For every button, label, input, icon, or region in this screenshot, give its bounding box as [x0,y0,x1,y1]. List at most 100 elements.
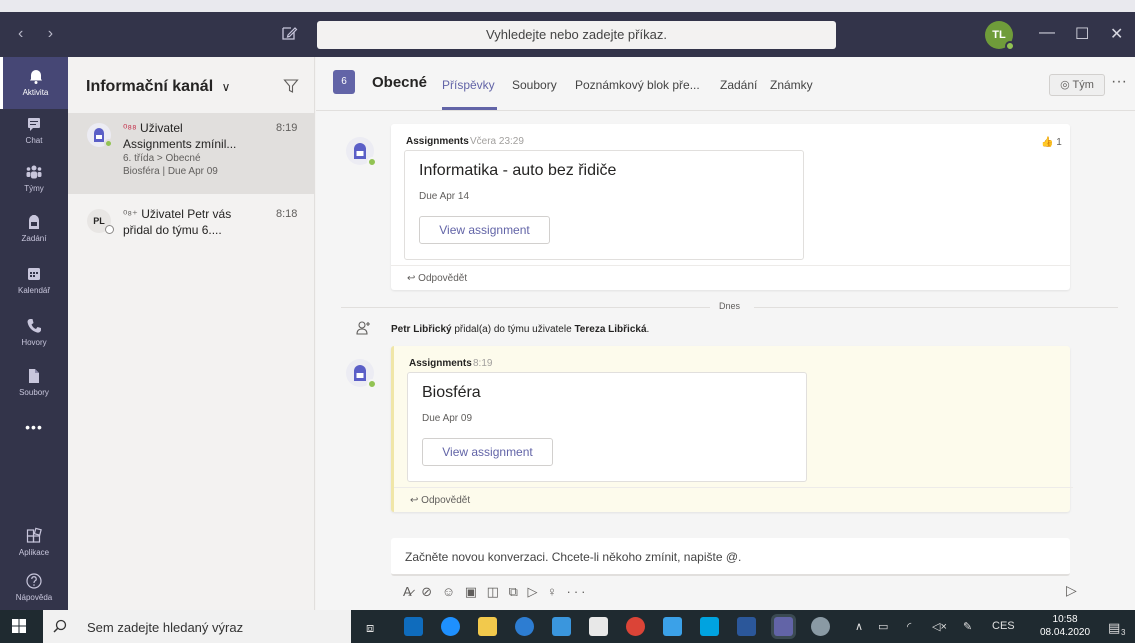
windows-start-icon[interactable] [12,619,26,633]
assignments-icon [29,215,39,229]
compose-input[interactable]: Začněte novou konverzaci. Chcete-li něko… [391,538,1070,576]
tab-poznamkovy-blok[interactable]: Poznámkový blok pře... [575,78,700,92]
post-time: 8:19 [473,358,493,369]
maximize-button[interactable]: ☐ [1075,24,1089,44]
system-end: . [646,324,650,335]
rail-item-napoveda[interactable]: Nápověda [0,572,68,602]
feed-item[interactable]: ⁰⁸⁸ Uživatel Assignments zmínil... 6. tř… [68,113,315,194]
team-button[interactable]: ◎ Tým [1049,74,1105,96]
files-icon [29,369,39,383]
rail-item-hovory[interactable]: Hovory [0,317,68,347]
tab-soubory[interactable]: Soubory [512,78,557,92]
rail-item-aktivita[interactable]: Aktivita [0,57,68,109]
edge-icon[interactable] [441,617,460,636]
rail-item-soubory[interactable]: Soubory [0,367,68,397]
reply-label: Odpovědět [421,495,471,506]
reply-button[interactable]: ↩ Odpovědět [391,265,1070,290]
reply-icon: ↩ [410,495,419,506]
notifications-icon[interactable]: ▤ [1108,620,1120,636]
tab-prispevky[interactable]: Příspěvky [442,78,495,92]
volume-icon[interactable]: ◁× [932,620,947,633]
mail-icon[interactable] [552,617,571,636]
system-message: Petr Libřický přidal(a) do týmu uživatel… [391,324,649,335]
gif-icon[interactable]: ▣ [465,584,480,599]
remote-desktop-icon[interactable] [700,617,719,636]
more-options-icon[interactable]: ··· [567,584,589,599]
search-input[interactable]: Vyhledejte nebo zadejte příkaz. [317,21,836,49]
outlook-icon[interactable] [404,617,423,636]
presence-available-icon [1005,41,1015,51]
date-divider-line [341,307,710,308]
mention-icon: ⁰⁸⁸ [123,123,137,135]
file-explorer-icon[interactable] [478,617,497,636]
user-avatar[interactable]: TL [985,21,1015,51]
feed-item[interactable]: PL ⁰⁸⁺ Uživatel Petr vás přidal do týmu … [68,197,315,247]
rail-item-zadani[interactable]: Zadání [0,213,68,243]
send-icon[interactable]: ▷ [1066,582,1077,599]
battery-icon[interactable]: ▭ [878,620,888,633]
wifi-icon[interactable]: ◜ [907,620,911,633]
rail-item-kalendar[interactable]: Kalendář [0,265,68,295]
nav-arrows[interactable]: ‹ › [18,25,63,43]
tab-zadani[interactable]: Zadání [720,78,757,92]
feed-item-text: Assignments zmínil... [123,137,237,151]
presence-available-icon [367,379,377,389]
rail-label: Týmy [24,184,44,193]
attach-icon[interactable]: ⊘ [421,584,435,599]
windows-taskbar: Sem zadejte hledaný výraz ⧈ ∧ ▭ ◜ ◁× ✎ C… [0,610,1135,643]
store-icon[interactable] [589,617,608,636]
taskbar-search[interactable]: Sem zadejte hledaný výraz [43,610,351,643]
channel-header: 6 Obecné Příspěvky Soubory Poznámkový bl… [316,57,1135,111]
avatar-initials: PL [93,216,105,226]
channel-view: 6 Obecné Příspěvky Soubory Poznámkový bl… [316,57,1135,610]
word-icon[interactable] [737,617,756,636]
format-icon[interactable]: A̷ [403,584,415,599]
praise-icon[interactable]: ♀ [547,584,560,599]
rail-item-chat[interactable]: Chat [0,115,68,145]
view-assignment-button[interactable]: View assignment [422,438,553,466]
help-icon [26,573,42,589]
minimize-button[interactable]: — [1039,24,1055,42]
rail-item-aplikace[interactable]: Aplikace [0,527,68,557]
feed-item-time: 8:19 [276,122,298,134]
presence-offline-icon [105,225,114,234]
tray-chevron-up-icon[interactable]: ∧ [855,620,863,633]
calendar-icon [28,268,40,280]
chevron-down-icon: ∨ [221,80,231,94]
channel-name: Obecné [372,74,428,91]
reply-button[interactable]: ↩ Odpovědět [394,487,1073,512]
emoji-icon[interactable]: ☺ [442,584,458,599]
more-options-button[interactable]: ··· [1111,73,1127,91]
taskbar-clock[interactable]: 10:58 08.04.2020 [1040,613,1090,639]
new-chat-icon[interactable] [280,24,298,42]
feed-item-title: Uživatel [140,121,183,135]
eye-icon: ◎ [1060,79,1070,91]
bell-icon [29,70,42,84]
stream-icon[interactable]: ▷ [528,584,541,599]
teams-taskbar-icon[interactable] [774,617,793,636]
view-assignment-button[interactable]: View assignment [419,216,550,244]
assignments-avatar [87,123,113,148]
feed-title[interactable]: Informační kanál ∨ [86,78,230,96]
app-icon[interactable] [663,617,682,636]
tab-znamky[interactable]: Známky [770,78,813,92]
close-button[interactable]: ✕ [1110,24,1123,44]
feed-item-detail: Biosféra | Due Apr 09 [123,166,218,177]
pen-icon[interactable]: ✎ [963,620,972,633]
chrome-icon[interactable] [626,617,645,636]
active-tab-indicator [442,107,497,110]
presence-available-icon [367,157,377,167]
feed-item-time: 8:18 [276,208,298,220]
rail-item-tymy[interactable]: Týmy [0,163,68,193]
filter-icon[interactable] [283,78,299,94]
taskbar-search-text: Sem zadejte hledaný výraz [87,620,244,635]
task-view-icon[interactable]: ⧈ [366,620,374,636]
rail-more-button[interactable]: ••• [0,419,68,435]
post-card: Assignments 8:19 Biosféra Due Apr 09 Vie… [391,346,1073,512]
internet-explorer-icon[interactable] [515,617,534,636]
paint-icon[interactable] [811,617,830,636]
like-reaction[interactable]: 👍 1 [1041,137,1062,148]
language-indicator[interactable]: CES [992,620,1015,632]
meet-now-icon[interactable]: ⧉ [509,584,521,599]
sticker-icon[interactable]: ◫ [487,584,502,599]
